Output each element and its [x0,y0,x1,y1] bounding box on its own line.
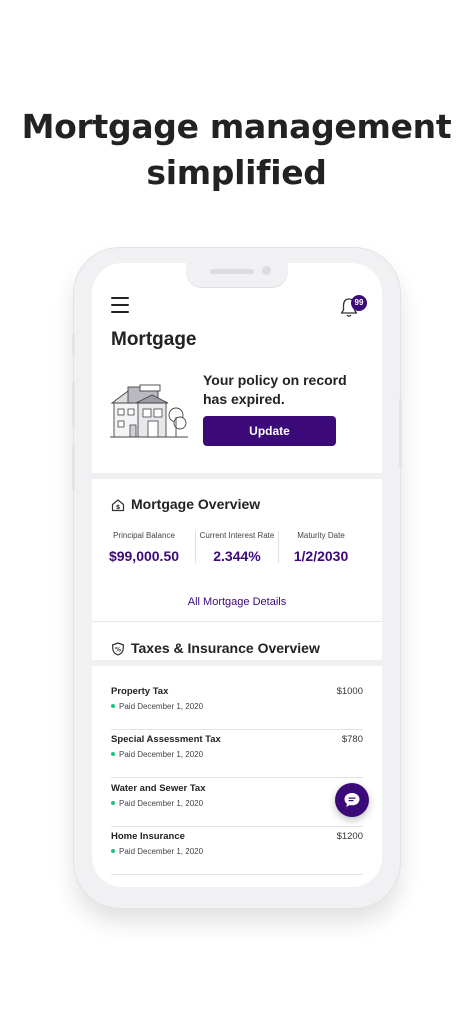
house-illustration [110,384,188,438]
tax-row-special-assessment[interactable]: Special Assessment Tax $780 Paid Decembe… [111,730,363,778]
house-dollar-icon: $ [111,499,125,512]
stat-label: Principal Balance [113,531,175,540]
stat-value: $99,000.50 [108,548,180,564]
tax-row-property-tax[interactable]: Property Tax $1000 Paid December 1, 2020 [111,682,363,730]
tax-amount: $780 [341,734,363,745]
chat-bubble-icon [344,793,360,807]
stat-principal-balance: Principal Balance $99,000.50 [98,531,190,564]
tax-name: Water and Sewer Tax [111,783,206,794]
tax-amount: $1200 [336,831,363,842]
stat-maturity-date: Maturity Date 1/2/2030 [278,531,364,564]
tax-status-text: Paid December 1, 2020 [119,799,204,808]
phone-volume-down [72,444,75,490]
paid-status-dot [111,800,115,805]
tax-status-text: Paid December 1, 2020 [119,750,204,759]
notification-badge: 99 [351,295,367,311]
marketing-headline: Mortgage management simplified [0,104,473,196]
stat-label: Current Interest Rate [199,531,275,540]
svg-text:%: % [115,647,121,654]
tax-status-text: Paid December 1, 2020 [119,702,204,711]
headline-line-1: Mortgage management [21,107,452,146]
stat-interest-rate: Current Interest Rate 2.344% [196,531,278,564]
chat-button[interactable] [335,783,369,817]
tax-name: Special Assessment Tax [111,734,221,745]
paid-status-dot [111,848,115,853]
update-button[interactable]: Update [203,416,336,446]
paid-status-dot [111,703,115,708]
phone-volume-up [72,382,75,428]
all-mortgage-details-link[interactable]: All Mortgage Details [92,596,382,608]
tax-status: Paid December 1, 2020 [111,702,203,711]
tax-status-text: Paid December 1, 2020 [119,847,204,856]
hamburger-menu-icon[interactable] [111,297,129,313]
front-camera [262,266,271,275]
headline-line-2: simplified [146,153,327,192]
tax-status: Paid December 1, 2020 [111,847,203,856]
tax-row-home-insurance[interactable]: Home Insurance $1200 Paid December 1, 20… [111,827,363,875]
paid-status-dot [111,751,115,756]
stat-label: Maturity Date [297,531,345,540]
svg-text:$: $ [116,503,121,511]
phone-notch [186,263,288,287]
page-title: Mortgage [111,329,197,350]
phone-mute-switch [72,334,75,356]
tax-amount: $1000 [336,686,363,697]
tax-status: Paid December 1, 2020 [111,799,203,808]
phone-power-button [399,398,402,468]
tax-name: Home Insurance [111,831,185,842]
taxes-overview-title: Taxes & Insurance Overview [131,640,320,656]
tax-name: Property Tax [111,686,169,697]
tax-row-water-sewer[interactable]: Water and Sewer Tax Paid December 1, 202… [111,779,363,827]
stat-value: 1/2/2030 [293,548,349,564]
mortgage-overview-title: Mortgage Overview [131,496,261,512]
tax-status: Paid December 1, 2020 [111,750,203,759]
shield-percent-icon: % [111,642,125,656]
stat-value: 2.344% [213,548,261,564]
policy-expired-message: Your policy on record has expired. [203,372,347,407]
speaker-grille [210,269,254,274]
